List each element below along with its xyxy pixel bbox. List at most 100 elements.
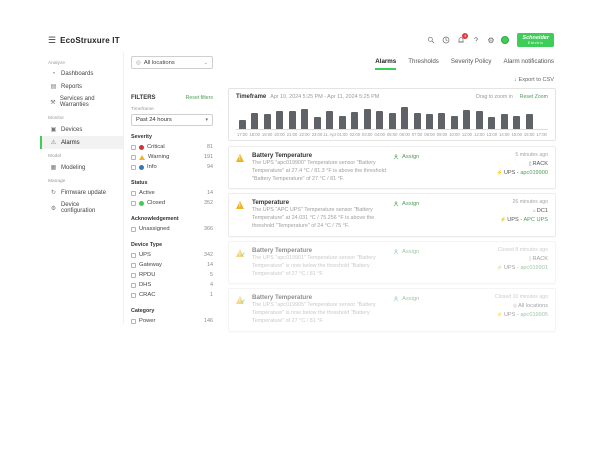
settings-gear-icon[interactable]: ⚙ — [486, 36, 495, 45]
schneider-electric-logo[interactable]: Schneider Electric — [517, 33, 554, 47]
alarm-card[interactable]: Battery TemperatureThe UPS "apc019900" T… — [228, 146, 556, 189]
filter-option-critical[interactable]: Critical81 — [131, 142, 213, 152]
checkbox[interactable] — [131, 165, 136, 170]
filter-option-gateway[interactable]: Gateway14 — [131, 260, 213, 270]
checkbox[interactable] — [131, 263, 136, 268]
filter-option-closed[interactable]: Closed352 — [131, 198, 213, 208]
assign-button[interactable]: Assign — [393, 247, 448, 278]
location-pin-icon: ◎ — [136, 60, 141, 66]
tab-thresholds[interactable]: Thresholds — [408, 58, 439, 70]
filter-option-dhs[interactable]: DHS4 — [131, 280, 213, 290]
x-tick-label: 07:00 — [411, 130, 423, 137]
checkbox[interactable] — [131, 283, 136, 288]
sidebar-item-device-configuration[interactable]: ⚙Device configuration — [40, 199, 123, 217]
sidebar-item-devices[interactable]: ▣Devices — [40, 123, 123, 136]
alarm-histogram[interactable] — [236, 106, 548, 130]
filter-option-count: 5 — [210, 272, 213, 278]
filter-option-warning[interactable]: Warning191 — [131, 152, 213, 162]
assign-button[interactable]: Assign — [393, 199, 448, 230]
alarm-title: Battery Temperature — [252, 294, 388, 301]
sidebar-item-firmware-update[interactable]: ↻Firmware update — [40, 186, 123, 199]
assign-button[interactable]: Assign — [393, 152, 448, 183]
alarm-card[interactable]: ✓Battery TemperatureThe UPS "apc019901" … — [228, 241, 556, 284]
sidebar-item-services-and-warranties[interactable]: ⚒Services and Warranties — [40, 93, 123, 111]
checkbox[interactable] — [131, 155, 136, 160]
checkbox[interactable] — [131, 273, 136, 278]
filter-option-active[interactable]: Active14 — [131, 188, 213, 198]
reset-filters-link[interactable]: Reset filters — [186, 95, 213, 101]
alarm-location[interactable]: ▯RACK — [453, 256, 548, 262]
filter-option-ups[interactable]: UPS342 — [131, 250, 213, 260]
bar-slot — [273, 111, 285, 129]
tab-alarms[interactable]: Alarms — [375, 58, 396, 70]
sidebar-section-label: Monitor — [40, 111, 123, 123]
alarm-histogram-x-axis: 17:0018:0019:0020:0021:0022:0023:0011. A… — [236, 130, 548, 137]
alarm-card[interactable]: ✓Battery TemperatureThe UPS "apc019905" … — [228, 288, 556, 331]
filter-option-count: 366 — [204, 226, 213, 232]
firmware-update-icon: ↻ — [50, 189, 57, 196]
alarm-meta: Closed 8 minutes ago▯RACK⚡UPS - apc01990… — [453, 247, 548, 278]
sidebar-section-label: Model — [40, 149, 123, 161]
export-to-csv-button[interactable]: ↓ Export to CSV — [514, 77, 554, 83]
device-link[interactable]: apc019900 — [520, 170, 548, 176]
checkbox[interactable] — [131, 293, 136, 298]
location-filter-dropdown[interactable]: ◎ All locations ⌄ — [131, 56, 213, 69]
alarm-location[interactable]: ⌂DC1 — [453, 208, 548, 214]
sidebar-item-modeling[interactable]: ▦Modeling — [40, 161, 123, 174]
device-link[interactable]: apc019905 — [520, 312, 548, 318]
x-tick-label: 17:00 — [236, 130, 248, 137]
history-icon[interactable] — [441, 36, 450, 45]
filter-option-label: Active — [139, 190, 155, 196]
tab-alarm-notifications[interactable]: Alarm notifications — [503, 58, 554, 70]
hamburger-menu-icon[interactable]: ☰ — [48, 35, 56, 46]
alarm-title: Battery Temperature — [252, 152, 388, 159]
bar — [438, 113, 445, 129]
sidebar-item-reports[interactable]: ▤Reports — [40, 80, 123, 93]
alarm-location[interactable]: ◎All locations — [453, 303, 548, 309]
warning-icon — [139, 155, 145, 160]
bar — [251, 113, 258, 129]
filter-option-info[interactable]: Info94 — [131, 162, 213, 172]
ecostruxure-app: ☰ EcoStruxure IT 4 ⚙ Schneider Electric — [40, 28, 560, 328]
alarm-card[interactable]: TemperatureThe UPS "APC UPS" Temperature… — [228, 193, 556, 236]
filter-option-unassigned[interactable]: Unassigned366 — [131, 224, 213, 234]
filter-option-label: Warning — [148, 154, 169, 160]
filter-option-rpdu[interactable]: RPDU5 — [131, 270, 213, 280]
checkbox[interactable] — [131, 191, 136, 196]
assign-button[interactable]: Assign — [393, 294, 448, 325]
search-icon[interactable] — [426, 36, 435, 45]
app-title: EcoStruxure IT — [60, 36, 120, 45]
timeframe-select[interactable]: Past 24 hours ▾ — [131, 114, 213, 126]
reset-zoom-button[interactable]: Reset Zoom — [520, 94, 548, 100]
checkbox[interactable] — [131, 201, 136, 206]
filter-option-count: 14 — [207, 262, 213, 268]
checkbox[interactable] — [131, 253, 136, 258]
info-icon — [139, 165, 144, 170]
closed-icon — [139, 201, 144, 206]
sidebar-section-label: Manage — [40, 174, 123, 186]
checkbox[interactable] — [131, 227, 136, 232]
device-link[interactable]: APC UPS — [523, 217, 548, 223]
alarm-location[interactable]: ▯RACK — [453, 161, 548, 167]
help-icon[interactable] — [471, 36, 480, 45]
x-tick-label: 01:00 — [336, 130, 348, 137]
filter-option-count: 146 — [204, 318, 213, 324]
device-link[interactable]: apc019901 — [520, 265, 548, 271]
device-type-label: UPS - — [507, 217, 523, 223]
bar — [488, 117, 495, 129]
sidebar-item-dashboards[interactable]: ◔Dashboards — [40, 68, 123, 80]
filter-option-crac[interactable]: CRAC1 — [131, 290, 213, 300]
notifications-bell-icon[interactable]: 4 — [456, 36, 465, 45]
filter-option-count: 4 — [210, 282, 213, 288]
sidebar-item-alarms[interactable]: ⚠Alarms — [40, 136, 123, 149]
filter-option-power[interactable]: Power146 — [131, 316, 213, 326]
bar-slot — [286, 111, 298, 129]
bar — [513, 116, 520, 129]
chevron-down-icon: ⌄ — [204, 60, 208, 66]
filter-group-label-status: Status — [131, 180, 213, 186]
user-avatar[interactable] — [501, 36, 509, 44]
checkbox[interactable] — [131, 319, 136, 324]
assign-label: Assign — [402, 296, 419, 302]
checkbox[interactable] — [131, 145, 136, 150]
tab-severity-policy[interactable]: Severity Policy — [451, 58, 492, 70]
